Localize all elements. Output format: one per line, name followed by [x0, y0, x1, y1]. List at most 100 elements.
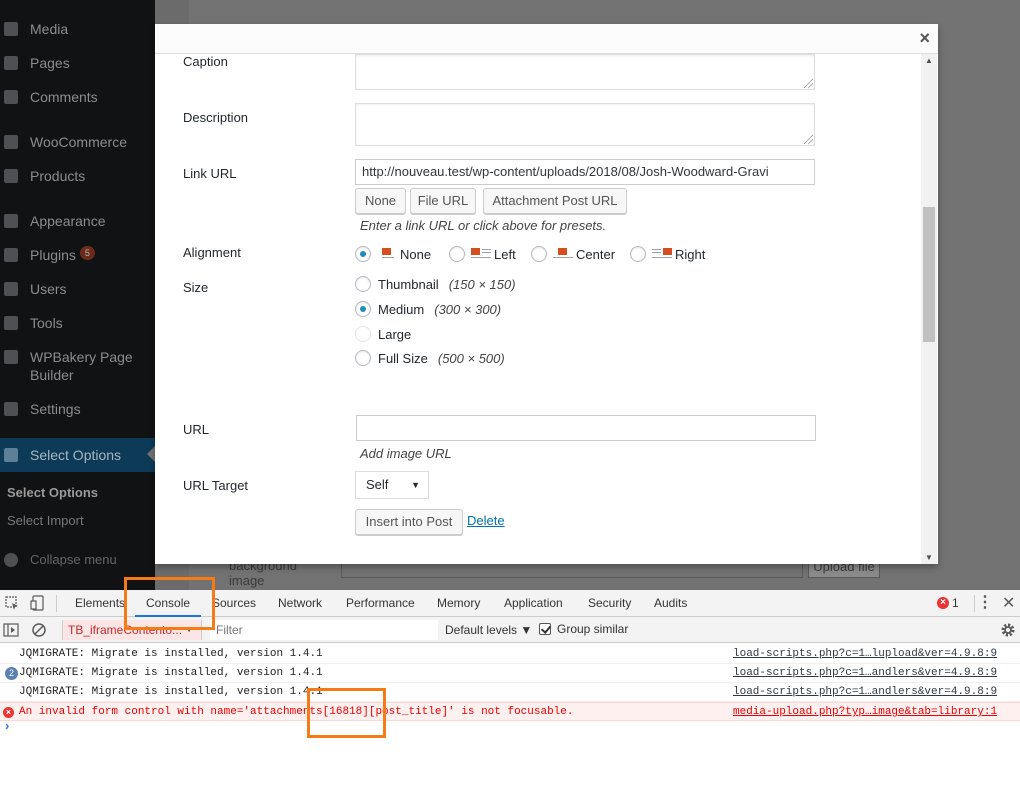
submenu-select-options[interactable]: Select Options — [7, 485, 98, 500]
group-similar-checkbox[interactable] — [539, 623, 551, 635]
modal-body: Caption Description Link URL http://nouv… — [167, 54, 907, 552]
submenu-select-import[interactable]: Select Import — [7, 513, 84, 528]
collapse-icon — [4, 553, 18, 567]
link-url-input[interactable]: http://nouveau.test/wp-content/uploads/2… — [355, 159, 815, 185]
tab-application[interactable]: Application — [504, 590, 563, 617]
url-target-value: Self — [366, 477, 389, 492]
align-right-radio[interactable] — [630, 246, 646, 262]
sidebar-item-appearance[interactable]: Appearance — [0, 212, 155, 230]
size-large-option: Large — [355, 326, 411, 342]
console-source-link[interactable]: load-scripts.php?c=1…andlers&ver=4.9.8:9 — [733, 664, 997, 683]
toolbar-divider — [974, 595, 975, 612]
console-message: JQMIGRATE: Migrate is installed, version… — [19, 686, 323, 698]
plugins-icon — [4, 248, 18, 262]
align-left-option[interactable]: Left — [449, 246, 516, 262]
close-icon[interactable]: × — [919, 29, 930, 47]
scrollbar-thumb[interactable] — [923, 207, 935, 342]
tab-elements[interactable]: Elements — [75, 590, 125, 617]
pages-icon — [4, 56, 18, 70]
url-target-select[interactable]: Self ▼ — [355, 471, 429, 499]
sidebar-item-media[interactable]: Media — [0, 20, 155, 38]
sidebar-item-woocommerce[interactable]: WooCommerce — [0, 133, 155, 151]
size-medium-radio[interactable] — [355, 301, 371, 317]
dropdown-arrow-icon: ▼ — [185, 625, 193, 634]
error-icon[interactable]: × — [937, 597, 949, 609]
group-similar-toggle[interactable]: Group similar — [539, 622, 628, 636]
comments-icon — [4, 90, 18, 104]
size-full-dims: (500 × 500) — [437, 350, 505, 366]
tab-security[interactable]: Security — [588, 590, 631, 617]
sidebar-item-select-options[interactable]: Select Options — [0, 438, 155, 472]
resize-grip-icon[interactable] — [804, 79, 813, 88]
align-none-radio[interactable] — [355, 246, 371, 262]
console-source-link[interactable]: load-scripts.php?c=1…lupload&ver=4.9.8:9 — [733, 645, 997, 664]
size-full-option[interactable]: Full Size (500 × 500) — [355, 350, 505, 366]
sidebar-item-tools[interactable]: Tools — [0, 314, 155, 332]
console-message: JQMIGRATE: Migrate is installed, version… — [19, 648, 323, 660]
execution-context-value: TB_iframeContento... — [68, 623, 183, 637]
gear-icon[interactable] — [1000, 622, 1016, 638]
error-icon: × — [3, 707, 14, 718]
scroll-down-icon[interactable]: ▼ — [925, 553, 933, 562]
size-thumbnail-radio[interactable] — [355, 276, 371, 292]
sidebar-toggle-icon[interactable] — [3, 622, 19, 638]
scroll-up-icon[interactable]: ▲ — [925, 56, 933, 65]
console-source-link[interactable]: load-scripts.php?c=1…andlers&ver=4.9.8:9 — [733, 683, 997, 702]
inspect-element-icon[interactable] — [4, 595, 20, 611]
link-attachment-post-url-button[interactable]: Attachment Post URL — [483, 188, 627, 214]
console-filter-input[interactable] — [210, 620, 438, 640]
align-center-option[interactable]: Center — [531, 246, 615, 262]
tab-sources[interactable]: Sources — [212, 590, 256, 617]
tools-icon — [4, 316, 18, 330]
sidebar-item-plugins[interactable]: Plugins 5 — [0, 246, 155, 264]
modal-scroll-area: Caption Description Link URL http://nouv… — [167, 54, 921, 552]
sidebar-item-users[interactable]: Users — [0, 280, 155, 298]
sidebar-item-products[interactable]: Products — [0, 167, 155, 185]
size-medium-option[interactable]: Medium (300 × 300) — [355, 301, 501, 317]
collapse-menu[interactable]: Collapse menu — [0, 551, 155, 569]
modal-scrollbar[interactable]: ▲ ▼ — [921, 54, 937, 564]
url-label: URL — [183, 422, 210, 437]
caption-textarea[interactable] — [355, 54, 815, 90]
console-prompt[interactable]: › — [5, 718, 9, 733]
caption-label: Caption — [183, 54, 228, 69]
more-options-icon[interactable]: ⋮ — [977, 592, 993, 612]
url-target-label: URL Target — [183, 478, 249, 493]
tab-audits[interactable]: Audits — [654, 590, 687, 617]
align-center-radio[interactable] — [531, 246, 547, 262]
active-menu-arrow — [147, 446, 155, 462]
resize-grip-icon[interactable] — [804, 135, 813, 144]
execution-context-select[interactable]: TB_iframeContento... ▼ — [62, 620, 202, 640]
size-medium-dims: (300 × 300) — [434, 301, 502, 317]
link-file-url-button[interactable]: File URL — [410, 188, 476, 214]
sidebar-item-settings[interactable]: Settings — [0, 400, 155, 418]
align-right-option[interactable]: Right — [630, 246, 705, 262]
error-count[interactable]: 1 — [952, 596, 959, 610]
tab-memory[interactable]: Memory — [437, 590, 480, 617]
sidebar-item-comments[interactable]: Comments — [0, 88, 155, 106]
device-toolbar-icon[interactable] — [30, 595, 46, 611]
insert-into-post-button[interactable]: Insert into Post — [355, 509, 463, 535]
description-textarea[interactable] — [355, 103, 815, 146]
sidebar-item-wpbakery[interactable]: WPBakery Page Builder — [0, 348, 155, 384]
image-url-input[interactable] — [356, 415, 816, 441]
align-none-option[interactable]: None — [355, 246, 431, 262]
size-full-radio[interactable] — [355, 350, 371, 366]
group-similar-label: Group similar — [557, 622, 629, 636]
clear-console-icon[interactable] — [31, 622, 47, 638]
tab-performance[interactable]: Performance — [346, 590, 415, 617]
sidebar-item-pages[interactable]: Pages — [0, 54, 155, 72]
console-source-link[interactable]: media-upload.php?typ…image&tab=library:1 — [733, 703, 997, 722]
link-none-button[interactable]: None — [355, 188, 406, 214]
size-thumbnail-option[interactable]: Thumbnail (150 × 150) — [355, 276, 516, 292]
toolbar-divider — [56, 595, 57, 612]
align-left-icon — [471, 248, 491, 260]
align-left-radio[interactable] — [449, 246, 465, 262]
delete-link[interactable]: Delete — [467, 513, 505, 528]
log-levels-select[interactable]: Default levels ▼ — [445, 620, 532, 640]
tab-console[interactable]: Console — [135, 590, 202, 617]
devtools-tabbar: Elements Console Sources Network Perform… — [0, 590, 1020, 617]
tab-network[interactable]: Network — [278, 590, 322, 617]
close-devtools-icon[interactable]: ✕ — [1002, 593, 1015, 613]
description-label: Description — [183, 110, 249, 125]
